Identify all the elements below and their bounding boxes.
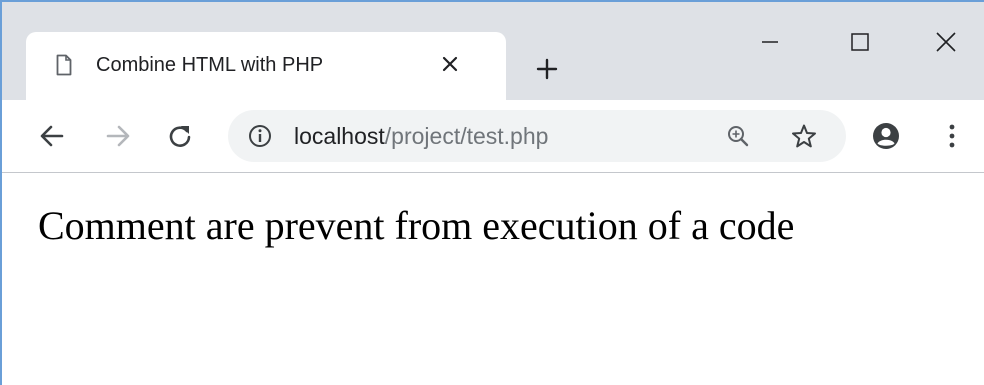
address-bar[interactable]: localhost/project/test.php [228,110,846,162]
back-button[interactable] [34,118,70,154]
menu-button[interactable] [934,118,970,154]
maximize-icon [851,33,869,51]
account-button[interactable] [868,118,904,154]
tab-strip: Combine HTML with PHP [2,2,984,100]
account-icon [873,123,899,149]
close-icon [936,32,956,52]
tab-title: Combine HTML with PHP [96,54,324,76]
forward-button[interactable] [100,118,136,154]
zoom-in-icon [728,126,749,147]
reload-icon [169,126,191,147]
url-path: /project/test.php [384,123,549,149]
document-icon [56,54,72,76]
maximize-button[interactable] [840,22,880,62]
minimize-icon [762,41,778,43]
star-icon [792,124,816,148]
browser-window: Combine HTML with PHP localhost/project/… [0,0,984,385]
page-content-text: Comment are prevent from execution of a … [38,203,795,248]
bookmark-button[interactable] [790,122,818,150]
info-icon[interactable] [248,124,272,148]
close-icon [442,56,458,72]
url-host: localhost [294,123,385,149]
minimize-button[interactable] [750,22,790,62]
zoom-button[interactable] [724,122,752,150]
window-close-button[interactable] [926,22,966,62]
new-tab-button[interactable] [532,54,562,84]
url-text[interactable]: localhost/project/test.php [294,123,548,150]
arrow-left-icon [40,125,64,147]
reload-button[interactable] [162,118,198,154]
plus-icon [536,58,558,80]
toolbar: localhost/project/test.php [2,100,984,173]
tab-active[interactable]: Combine HTML with PHP [26,32,506,100]
arrow-right-icon [106,125,130,147]
tab-close-button[interactable] [436,50,464,78]
kebab-menu-icon [949,124,955,148]
